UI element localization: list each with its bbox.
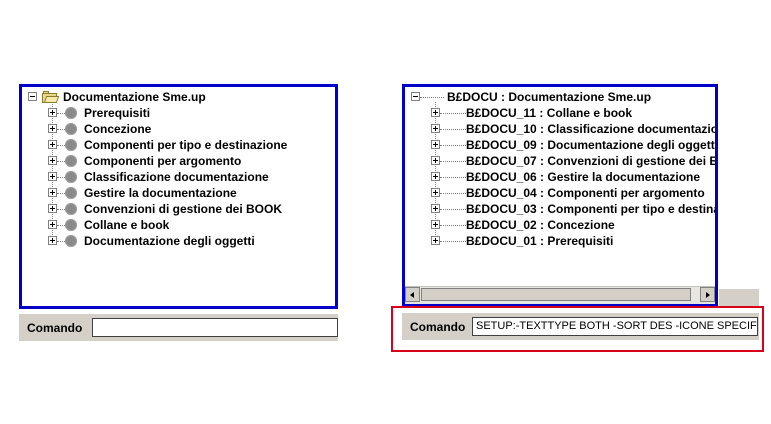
scroll-corner xyxy=(719,289,759,307)
tree-item[interactable]: B£DOCU_10 : Classificazione documentazio xyxy=(431,121,715,137)
expand-icon[interactable] xyxy=(431,124,440,133)
open-folder-icon xyxy=(42,91,60,103)
tree-item[interactable]: Collane e book xyxy=(48,217,328,233)
command-label: Comando xyxy=(27,321,83,335)
tree-item-label: B£DOCU_07 : Convenzioni di gestione dei … xyxy=(466,154,715,168)
arrow-left-icon xyxy=(410,292,414,298)
expand-icon[interactable] xyxy=(48,204,57,213)
tree-item-label: Gestire la documentazione xyxy=(84,186,237,200)
tree-item-label: Componenti per argomento xyxy=(84,154,242,168)
tree-item-label: B£DOCU_03 : Componenti per tipo e destin… xyxy=(466,202,715,216)
gear-icon xyxy=(65,171,77,183)
expand-icon[interactable] xyxy=(48,124,57,133)
tree-item[interactable]: Documentazione degli oggetti xyxy=(48,233,328,249)
tree-item[interactable]: B£DOCU_02 : Concezione xyxy=(431,217,715,233)
scroll-right-button[interactable] xyxy=(700,287,715,302)
tree-item-label: B£DOCU_06 : Gestire la documentazione xyxy=(466,170,701,184)
expand-icon[interactable] xyxy=(48,172,57,181)
gear-icon xyxy=(65,107,77,119)
tree-root-node[interactable]: Documentazione Sme.up xyxy=(28,89,328,105)
tree-item[interactable]: Componenti per tipo e destinazione xyxy=(48,137,328,153)
tree-item[interactable]: B£DOCU_09 : Documentazione degli oggett xyxy=(431,137,715,153)
tree-item-label: B£DOCU_04 : Componenti per argomento xyxy=(466,186,705,200)
expand-icon[interactable] xyxy=(431,188,440,197)
blank-area xyxy=(719,84,759,289)
gear-icon xyxy=(65,187,77,199)
expand-icon[interactable] xyxy=(48,236,57,245)
tree-item-label: Collane e book xyxy=(84,218,170,232)
expand-icon[interactable] xyxy=(48,108,57,117)
expand-icon[interactable] xyxy=(48,188,57,197)
horizontal-scrollbar[interactable] xyxy=(405,286,715,304)
tree-item[interactable]: Concezione xyxy=(48,121,328,137)
expand-icon[interactable] xyxy=(48,220,57,229)
tree-item[interactable]: B£DOCU_07 : Convenzioni di gestione dei … xyxy=(431,153,715,169)
tree-item[interactable]: Gestire la documentazione xyxy=(48,185,328,201)
gear-icon xyxy=(65,219,77,231)
tree-item[interactable]: B£DOCU_11 : Collane e book xyxy=(431,105,715,121)
expand-icon[interactable] xyxy=(48,140,57,149)
tree-root-node[interactable]: B£DOCU : Documentazione Sme.up xyxy=(411,89,711,105)
expand-icon[interactable] xyxy=(431,204,440,213)
tree-root-label: Documentazione Sme.up xyxy=(63,90,206,104)
tree-item-label: Convenzioni di gestione dei BOOK xyxy=(84,202,283,216)
left-tree-panel[interactable]: Documentazione Sme.up Prerequisiti Conce… xyxy=(19,84,338,309)
expand-icon[interactable] xyxy=(431,140,440,149)
highlight-box xyxy=(391,306,764,352)
gear-icon xyxy=(65,235,77,247)
gear-icon xyxy=(65,203,77,215)
expand-icon[interactable] xyxy=(431,108,440,117)
tree-item-label: B£DOCU_01 : Prerequisiti xyxy=(466,234,614,248)
tree-item[interactable]: Prerequisiti xyxy=(48,105,328,121)
expand-icon[interactable] xyxy=(431,236,440,245)
arrow-right-icon xyxy=(706,292,710,298)
expand-icon[interactable] xyxy=(431,220,440,229)
tree-item[interactable]: B£DOCU_04 : Componenti per argomento xyxy=(431,185,715,201)
tree-root-label: B£DOCU : Documentazione Sme.up xyxy=(447,90,652,104)
tree-item-label: B£DOCU_09 : Documentazione degli oggett xyxy=(466,138,715,152)
tree-item[interactable]: B£DOCU_03 : Componenti per tipo e destin… xyxy=(431,201,715,217)
tree-item-label: Prerequisiti xyxy=(84,106,151,120)
collapse-icon[interactable] xyxy=(411,92,420,101)
tree-item-label: Classificazione documentazione xyxy=(84,170,269,184)
right-tree-panel[interactable]: B£DOCU : Documentazione Sme.up B£DOCU_11… xyxy=(402,84,718,307)
expand-icon[interactable] xyxy=(431,156,440,165)
tree-item-label: B£DOCU_10 : Classificazione documentazio xyxy=(466,122,715,136)
scroll-left-button[interactable] xyxy=(405,287,420,302)
left-command-bar: Comando xyxy=(19,314,338,341)
tree-item[interactable]: Classificazione documentazione xyxy=(48,169,328,185)
expand-icon[interactable] xyxy=(48,156,57,165)
tree-item-label: B£DOCU_02 : Concezione xyxy=(466,218,615,232)
tree-item[interactable]: Convenzioni di gestione dei BOOK xyxy=(48,201,328,217)
tree-item-label: Concezione xyxy=(84,122,152,136)
tree-item[interactable]: B£DOCU_06 : Gestire la documentazione xyxy=(431,169,715,185)
tree-item-label: Documentazione degli oggetti xyxy=(84,234,255,248)
gear-icon xyxy=(65,155,77,167)
gear-icon xyxy=(65,139,77,151)
collapse-icon[interactable] xyxy=(28,92,37,101)
tree-item-label: B£DOCU_11 : Collane e book xyxy=(466,106,633,120)
tree-item-label: Componenti per tipo e destinazione xyxy=(84,138,288,152)
gear-icon xyxy=(65,123,77,135)
tree-item[interactable]: Componenti per argomento xyxy=(48,153,328,169)
scrollbar-thumb[interactable] xyxy=(421,288,691,301)
tree-item[interactable]: B£DOCU_01 : Prerequisiti xyxy=(431,233,715,249)
command-input[interactable] xyxy=(92,318,338,337)
expand-icon[interactable] xyxy=(431,172,440,181)
